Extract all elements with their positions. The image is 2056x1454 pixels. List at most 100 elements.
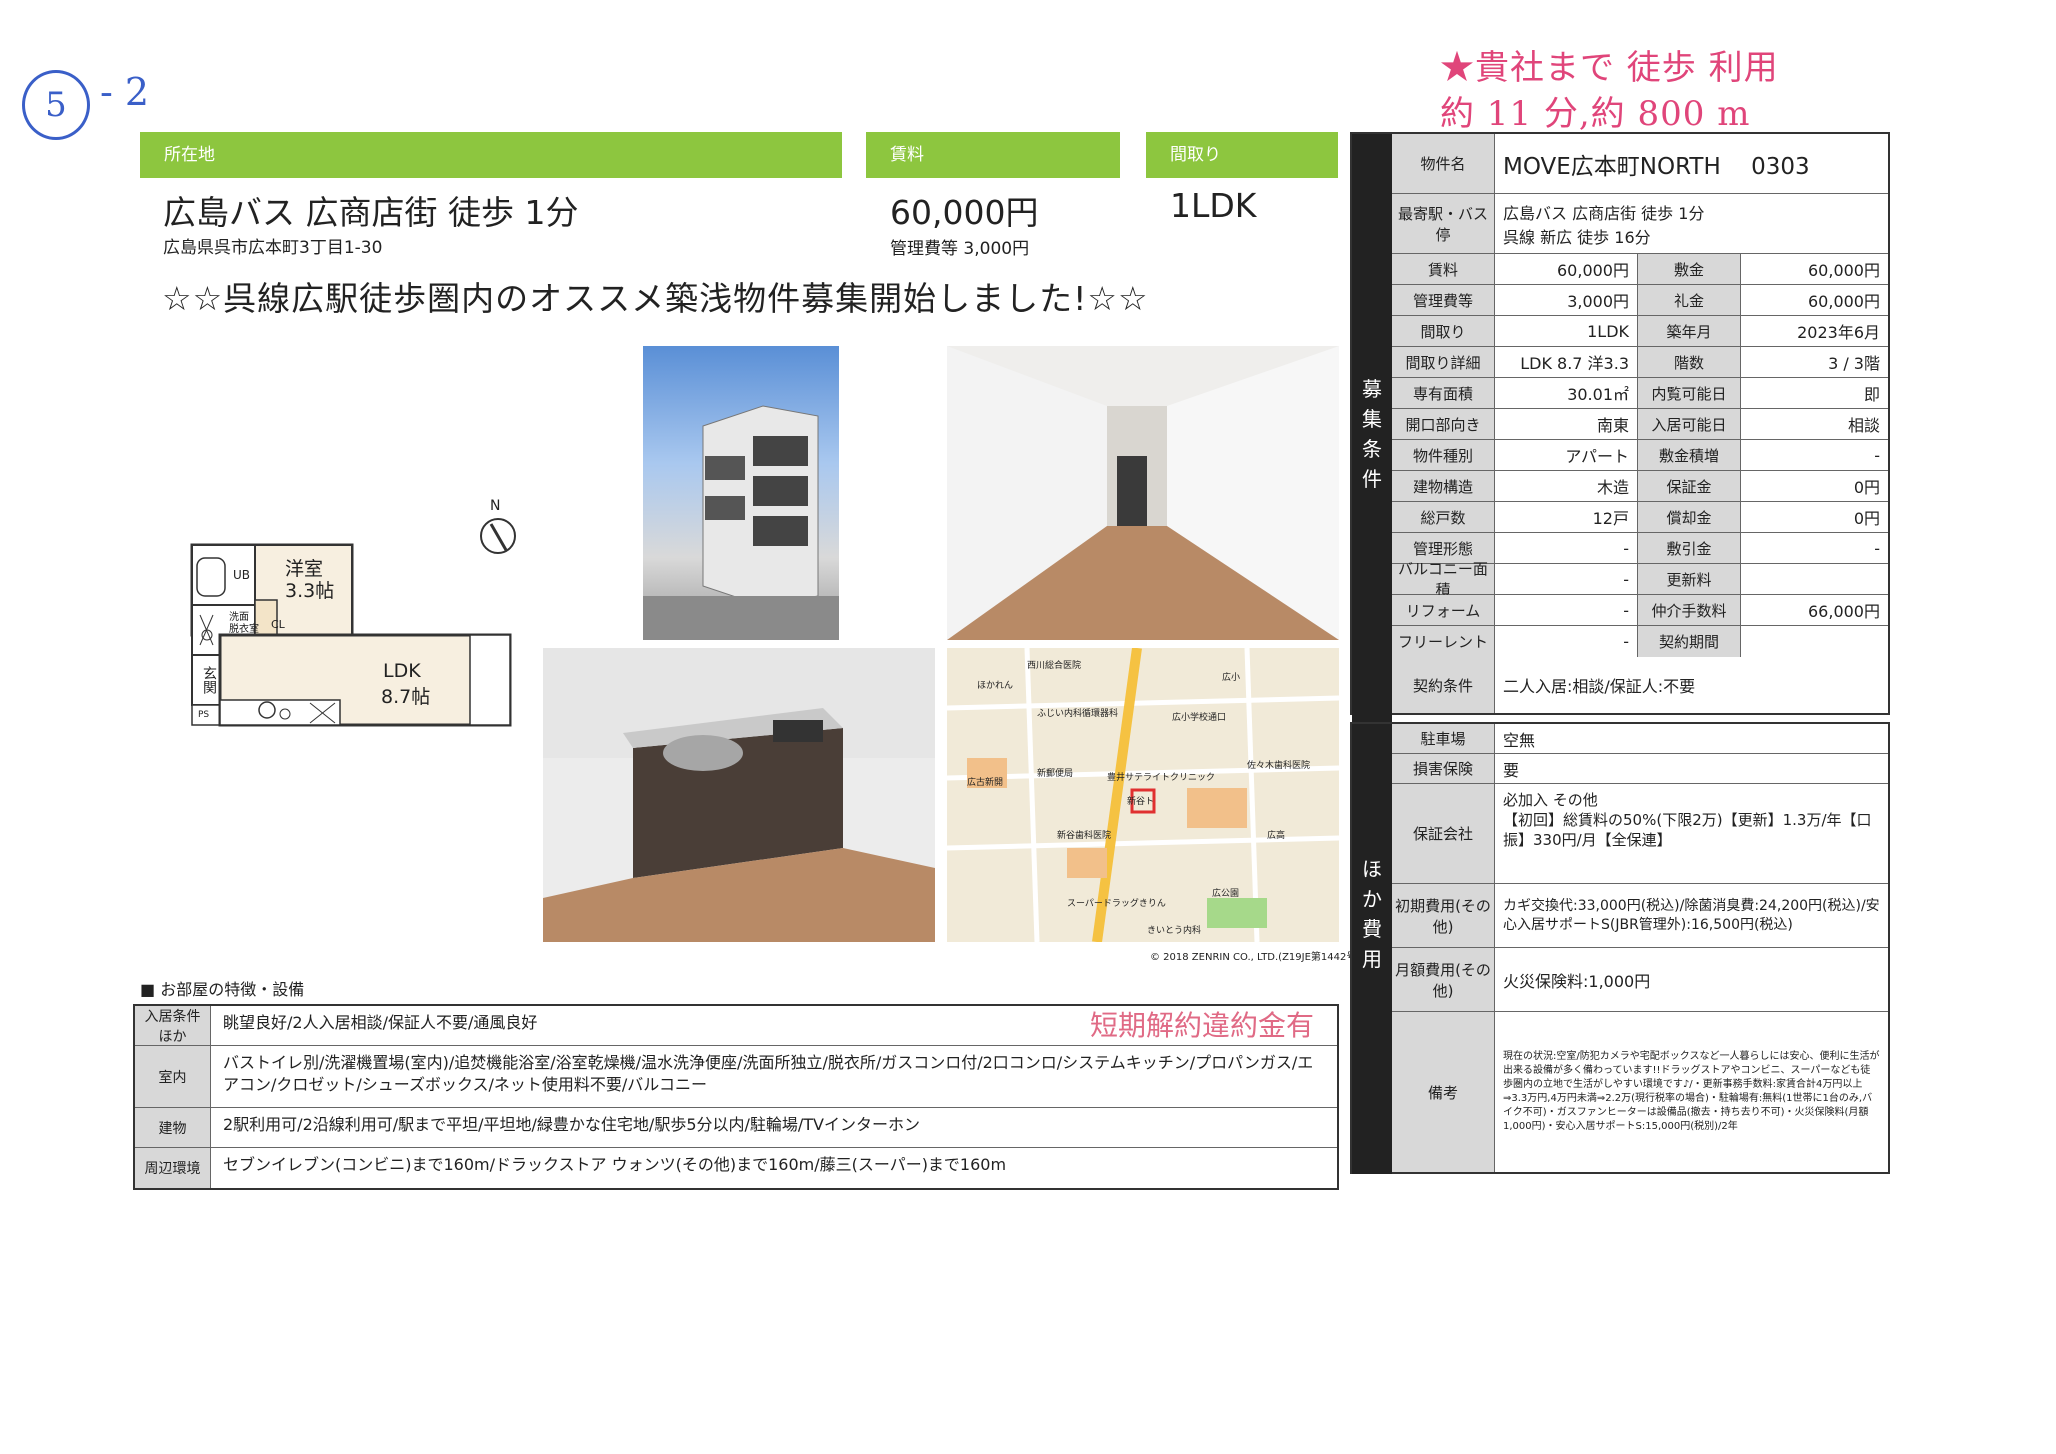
mgmt-fee: 管理費等 3,000円 (890, 239, 1030, 259)
detail-value: 0円 (1853, 509, 1880, 528)
detail-row: 専有面積 30.01㎡ 内覧可能日 即 (1392, 378, 1888, 409)
detail-value: - (1495, 564, 1638, 594)
detail-label: リフォーム (1392, 595, 1495, 625)
side-label-costs: ほ か 費 用 (1352, 724, 1392, 1174)
side-label-conditions: 募 集 条 件 (1352, 134, 1392, 724)
map-label: きいとう内科 (1147, 926, 1202, 936)
detail-label: 保証金 (1638, 471, 1741, 501)
detail-value: 南東 (1495, 409, 1638, 439)
parking-value: 空無 (1503, 730, 1536, 750)
detail-row: フリーレント - 契約期間 (1392, 626, 1888, 657)
monthly-cost-label: 月額費用(その他) (1392, 948, 1495, 1011)
detail-label: 建物構造 (1392, 471, 1495, 501)
feature-row: 周辺環境 セブンイレブン(コンビニ)まで160m/ドラックストア ウォンツ(その… (135, 1148, 1337, 1188)
location-label: 所在地 (140, 132, 842, 178)
detail-row: 物件種別 アパート 敷金積増 - (1392, 440, 1888, 471)
station-line1: 広島バス 広商店街 徒歩 1分 (1503, 203, 1705, 223)
detail-value (1741, 564, 1888, 594)
initial-cost-label: 初期費用(その他) (1392, 884, 1495, 947)
detail-value: 2023年6月 (1797, 323, 1880, 342)
detail-label: 賃料 (1392, 254, 1495, 284)
handwritten-circled-number: 5 (22, 70, 90, 140)
details-section-conditions: 募 集 条 件 物件名 MOVE広本町NORTH 0303 最寄駅・バス停 広島… (1350, 132, 1890, 724)
room-western-size: 3.3帖 (285, 580, 335, 602)
detail-row: バルコニー面積 - 更新料 (1392, 560, 1888, 599)
detail-value: - (1495, 595, 1638, 625)
map-label: ほかれん (977, 681, 1014, 691)
detail-row: 建物構造 木造 保証金 0円 (1392, 471, 1888, 502)
initial-cost-value: カギ交換代:33,000円(税込)/除菌消臭費:24,200円(税込)/安心入居… (1503, 897, 1880, 933)
detail-value: 30.01㎡ (1495, 378, 1638, 408)
detail-value: 相談 (1847, 416, 1880, 435)
detail-value: 木造 (1495, 471, 1638, 501)
detail-value: 3,000円 (1495, 285, 1638, 315)
photo-living-room (947, 346, 1339, 640)
location-main: 広島バス 広商店街 徒歩 1分 (163, 193, 579, 232)
detail-label: 敷金積増 (1638, 440, 1741, 470)
floor-plan: 洋室 3.3帖 UB 洗面 脱衣室 CL LDK 8.7帖 玄関 PS (185, 540, 515, 740)
detail-label: 償却金 (1638, 502, 1741, 532)
insurance-value: 要 (1503, 760, 1520, 780)
features-title: ■ お部屋の特徴・設備 (140, 980, 305, 999)
map-image: 西川総合医院 広小 広小学校通口 広古新開 新郵便局 広高 佐々木歯科医院 ほか… (947, 648, 1339, 942)
detail-row: リフォーム - 仲介手数料 66,000円 (1392, 595, 1888, 626)
photo-kitchen (543, 648, 935, 942)
detail-label: 間取り詳細 (1392, 347, 1495, 377)
guarantor-value: 必加入 その他 【初回】総賃料の50%(下限2万)【更新】1.3万/年【口振】3… (1503, 791, 1872, 849)
detail-label: 間取り (1392, 316, 1495, 346)
detail-label: 築年月 (1638, 316, 1741, 346)
detail-label: 内覧可能日 (1638, 378, 1741, 408)
map-label: 広古新開 (967, 778, 1004, 788)
details-section-costs: ほ か 費 用 駐車場 空無 損害保険 要 保証会社 必加入 その他 【初回】総… (1350, 722, 1890, 1174)
room-entrance: 玄関 (201, 666, 217, 694)
address: 広島県呉市広本町3丁目1-30 (163, 238, 383, 258)
feature-row: 建物 2駅利用可/2沿線利用可/駅まで平坦/平坦地/緑豊かな住宅地/駅歩5分以内… (135, 1108, 1337, 1148)
map-label: 広小 (1222, 673, 1241, 683)
room-wash: 洗面 脱衣室 (229, 612, 259, 635)
detail-row: 管理費等 3,000円 礼金 60,000円 (1392, 285, 1888, 316)
handwritten-suffix: - 2 (100, 70, 150, 114)
map-label: ふじい内科循環器科 (1037, 709, 1119, 719)
map-label: 新郵便局 (1037, 769, 1074, 779)
detail-value: - (1874, 538, 1880, 558)
detail-label: バルコニー面積 (1392, 560, 1495, 599)
detail-label: 敷金 (1638, 254, 1741, 284)
catch-copy: ☆☆呉線広駅徒歩圏内のオススメ築浅物件募集開始しました!☆☆ (162, 279, 1149, 318)
handwritten-note-line1: ★貴社まで 徒歩 利用 (1440, 48, 1779, 88)
detail-label: 開口部向き (1392, 409, 1495, 439)
detail-row: 間取り 1LDK 築年月 2023年6月 (1392, 316, 1888, 347)
detail-value: 60,000円 (1808, 261, 1880, 280)
detail-label: 仲介手数料 (1638, 595, 1741, 625)
room-ps: PS (198, 710, 210, 720)
detail-label: 専有面積 (1392, 378, 1495, 408)
map-label: 広高 (1267, 831, 1286, 841)
detail-label: 入居可能日 (1638, 409, 1741, 439)
remarks-label: 備考 (1392, 1012, 1495, 1172)
rent-value: 60,000円 (890, 193, 1039, 232)
detail-row: 総戸数 12戸 償却金 0円 (1392, 502, 1888, 533)
detail-value: 60,000円 (1808, 292, 1880, 311)
detail-label: 総戸数 (1392, 502, 1495, 532)
layout-value: 1LDK (1170, 186, 1257, 225)
detail-row: 賃料 60,000円 敷金 60,000円 (1392, 254, 1888, 285)
map-label: 新谷ト (1127, 797, 1155, 807)
detail-row: 開口部向き 南東 入居可能日 相談 (1392, 409, 1888, 440)
map-label: スーパードラッグきりん (1067, 899, 1166, 909)
room-ldk: LDK (383, 660, 421, 682)
detail-label: 礼金 (1638, 285, 1741, 315)
handwritten-note-line2: 約 11 分,約 800 m (1440, 94, 1751, 134)
contract-value: 二人入居:相談/保証人:不要 (1503, 677, 1696, 696)
map-label: 佐々木歯科医院 (1247, 761, 1311, 771)
map-label: 豊井サテライトクリニック (1107, 773, 1216, 783)
features-table: 入居条件ほか 眺望良好/2人入居相談/保証人不要/通風良好 室内 バストイレ別/… (133, 1004, 1339, 1190)
compass-icon: N (480, 498, 516, 554)
detail-value: LDK 8.7 洋3.3 (1495, 347, 1638, 377)
detail-label: 契約期間 (1638, 626, 1741, 657)
map-copyright: © 2018 ZENRIN CO., LTD.(Z19JE第1442号) (1150, 952, 1361, 963)
detail-label: 物件種別 (1392, 440, 1495, 470)
detail-value: - (1874, 445, 1880, 465)
detail-row: 間取り詳細 LDK 8.7 洋3.3 階数 3 / 3階 (1392, 347, 1888, 378)
insurance-label: 損害保険 (1392, 754, 1495, 783)
room-cl: CL (271, 618, 285, 631)
guarantor-label: 保証会社 (1392, 784, 1495, 883)
